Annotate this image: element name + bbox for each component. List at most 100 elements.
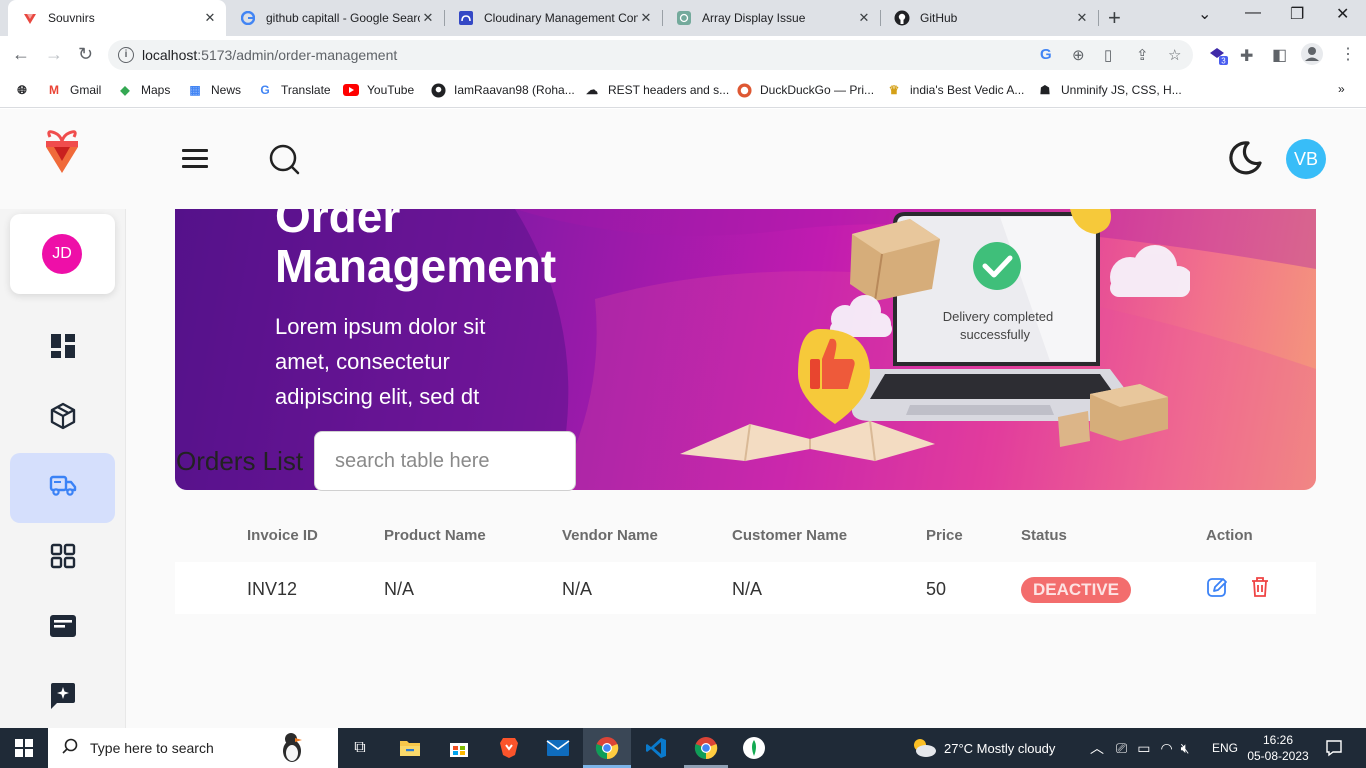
close-tab-icon[interactable]: ✕ — [638, 10, 654, 26]
sidebar-item-dashboard[interactable] — [10, 313, 115, 383]
share-icon[interactable]: ⇪ — [1136, 46, 1149, 64]
column-header-price: Price — [926, 527, 963, 544]
tab-title: GitHub — [920, 11, 958, 25]
battery-icon[interactable]: ▭ — [1137, 740, 1150, 757]
bookmark-vedic[interactable]: ♛ india's Best Vedic A... — [886, 82, 1025, 98]
close-tab-icon[interactable]: ✕ — [856, 10, 872, 26]
address-bar: ← → ↻ i localhost:5173/admin/order-manag… — [0, 36, 1366, 74]
language-indicator[interactable]: ENG — [1212, 728, 1238, 768]
extensions-puzzle-icon[interactable]: ✚ — [1240, 46, 1253, 66]
user-avatar[interactable]: VB — [1286, 139, 1326, 179]
restore-icon[interactable]: ❐ — [1290, 4, 1304, 24]
minimize-icon[interactable]: — — [1245, 4, 1261, 22]
back-arrow-icon[interactable]: ← — [12, 44, 30, 65]
mail-icon[interactable] — [544, 734, 572, 762]
mongodb-compass-icon[interactable] — [740, 734, 768, 762]
bookmark-unminify[interactable]: ☗ Unminify JS, CSS, H... — [1037, 82, 1182, 98]
edit-pencil-icon[interactable] — [1206, 576, 1228, 603]
column-header-customer-name: Customer Name — [732, 527, 848, 544]
bookmark-star-icon[interactable]: ☆ — [1168, 46, 1181, 64]
tab-search-chevron-icon[interactable]: ⌄ — [1198, 4, 1211, 24]
weather-widget[interactable]: 27°C Mostly cloudy — [910, 728, 1055, 768]
tab-github[interactable]: GitHub ✕ — [880, 0, 1098, 36]
taskbar-clock[interactable]: 16:26 05-08-2023 — [1247, 728, 1308, 768]
cloudinary-icon — [458, 10, 474, 26]
sidebar-profile-card[interactable]: JD — [10, 214, 115, 294]
bookmark-github-profile[interactable]: IamRaavan98 (Roha... — [430, 82, 575, 98]
news-icon: ▦ — [189, 83, 201, 97]
zoom-icon[interactable]: ⊕ — [1072, 46, 1085, 64]
close-tab-icon[interactable]: ✕ — [420, 10, 436, 26]
new-tab-plus-icon[interactable]: + — [1108, 5, 1121, 31]
rest-icon: ☁ — [586, 83, 598, 97]
profile-icon[interactable] — [1300, 42, 1324, 71]
bookmark-gmail[interactable]: M Gmail — [46, 82, 101, 98]
bookmark-news[interactable]: ▦ News — [187, 82, 241, 98]
sidebar-item-categories[interactable] — [10, 523, 115, 593]
dark-mode-moon-icon[interactable] — [1226, 139, 1264, 182]
sidebar-item-orders[interactable] — [10, 453, 115, 523]
chrome-menu-icon[interactable]: ⋮ — [1340, 44, 1356, 64]
tab-souvnirs[interactable]: Souvnirs ✕ — [8, 0, 226, 36]
table-search-input[interactable] — [314, 431, 576, 491]
page-icon[interactable]: ▯ — [1104, 46, 1112, 64]
sidebar-item-products[interactable] — [10, 383, 115, 453]
tab-cloudinary[interactable]: Cloudinary Management Console ✕ — [444, 0, 662, 36]
extension-icon[interactable]: 3 — [1208, 45, 1228, 70]
windows-start-icon[interactable] — [10, 734, 38, 762]
bookmark-translate[interactable]: G Translate — [257, 82, 330, 98]
notifications-icon[interactable] — [1320, 734, 1348, 762]
google-icon — [240, 10, 256, 26]
article-card-icon — [49, 614, 77, 643]
apps-globe-icon[interactable]: 🌐︎ — [14, 82, 38, 98]
maps-icon: ◆ — [120, 83, 130, 97]
brave-browser-icon[interactable] — [495, 734, 523, 762]
sidebar: JD — [0, 209, 126, 728]
side-panel-icon[interactable]: ◧ — [1272, 45, 1287, 65]
cell-price: 50 — [926, 579, 947, 599]
svg-text:successfully: successfully — [960, 327, 1031, 342]
meet-now-icon[interactable]: ⎚ — [1116, 740, 1127, 757]
chrome-profile-icon[interactable] — [692, 734, 720, 762]
vscode-icon[interactable] — [642, 734, 670, 762]
column-header-status: Status — [1021, 527, 1067, 544]
system-tray-icons[interactable]: ︿ ⎚ ▭ ◠ 🔇︎ — [1090, 728, 1189, 768]
forward-arrow-icon[interactable]: → — [45, 44, 63, 65]
souvnirs-logo[interactable] — [44, 129, 80, 180]
tab-array-display[interactable]: Array Display Issue ✕ — [662, 0, 880, 36]
close-tab-icon[interactable]: ✕ — [1074, 10, 1090, 26]
tab-title: github capitall - Google Search — [266, 11, 420, 25]
bookmark-rest-headers[interactable]: ☁ REST headers and s... — [584, 82, 729, 98]
task-view-icon[interactable]: ⧉ — [346, 734, 374, 762]
site-info-icon[interactable]: i — [118, 47, 134, 63]
volume-muted-icon[interactable]: 🔇︎ — [1181, 740, 1190, 757]
sidebar-item-content[interactable] — [10, 593, 115, 663]
bookmark-youtube[interactable]: YouTube — [343, 82, 414, 98]
dashboard-icon — [50, 333, 76, 364]
file-explorer-icon[interactable] — [396, 734, 424, 762]
weather-text: 27°C Mostly cloudy — [944, 740, 1056, 756]
reload-icon[interactable]: ↻ — [78, 44, 93, 65]
column-header-invoice-id: Invoice ID — [247, 527, 318, 544]
chrome-icon[interactable] — [593, 734, 621, 762]
more-bookmarks-chevron-icon[interactable]: » — [1338, 82, 1345, 96]
bookmark-maps[interactable]: ◆ Maps — [117, 82, 170, 98]
google-lens-icon[interactable]: G — [1040, 46, 1052, 63]
show-hidden-icons-chevron-icon[interactable]: ︿ — [1090, 738, 1104, 758]
taskbar-search-box[interactable]: Type here to search — [48, 728, 338, 768]
url-field[interactable]: i localhost:5173/admin/order-management … — [108, 40, 1193, 70]
wifi-icon[interactable]: ◠ — [1160, 740, 1172, 757]
taskbar-search-text: Type here to search — [90, 740, 214, 756]
admin-app: VB JD Order Management Lorem ipsum dolor… — [0, 109, 1366, 728]
cell-invoice-id: INV12 — [247, 579, 298, 599]
bookmark-duckduckgo[interactable]: DuckDuckGo — Pri... — [736, 82, 874, 98]
microsoft-store-icon[interactable] — [445, 734, 473, 762]
window-close-icon[interactable]: ✕ — [1336, 4, 1349, 24]
delete-trash-icon[interactable] — [1250, 576, 1270, 603]
translate-icon: G — [260, 83, 270, 97]
search-icon[interactable] — [268, 143, 300, 180]
sidebar-item-reviews[interactable] — [10, 663, 115, 728]
tab-google-search[interactable]: github capitall - Google Search ✕ — [226, 0, 444, 36]
hamburger-menu-icon[interactable] — [182, 149, 208, 169]
close-tab-icon[interactable]: ✕ — [202, 10, 218, 26]
